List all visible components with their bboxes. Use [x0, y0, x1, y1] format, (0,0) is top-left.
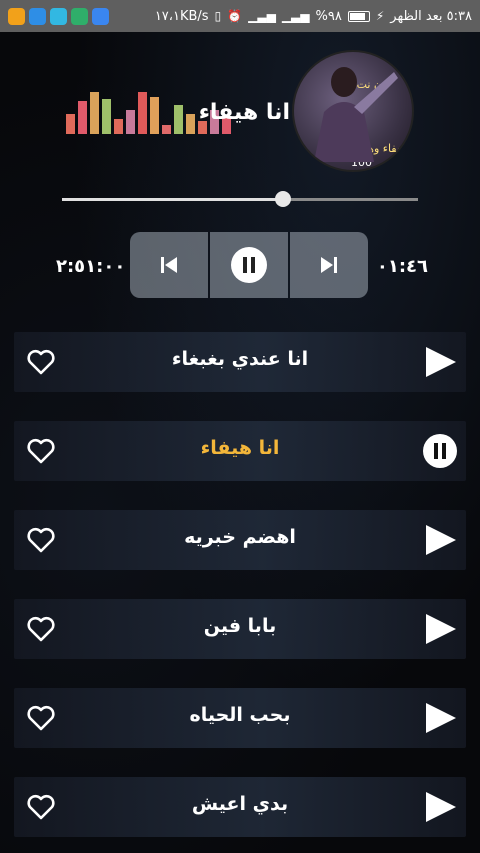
- playlist-item[interactable]: بدي اعيش: [14, 777, 466, 837]
- equalizer-bar: [102, 98, 111, 134]
- previous-button[interactable]: [130, 232, 208, 298]
- now-playing-title: انا هيفاء: [198, 100, 290, 125]
- pause-button[interactable]: [210, 232, 288, 298]
- clock: ٥:٣٨ بعد الظهر: [390, 8, 472, 24]
- total-time: ٢:٥١:٠٠: [56, 256, 126, 277]
- signal-icon: ▁▃▅: [281, 9, 310, 23]
- network-speed: ١٧،١KB/s: [154, 8, 209, 24]
- equalizer-bar: [66, 114, 75, 134]
- equalizer-bar: [126, 109, 135, 134]
- play-icon[interactable]: [422, 611, 458, 647]
- alarm-icon: ⏰: [227, 9, 243, 23]
- playlist-item[interactable]: بابا فين: [14, 599, 466, 659]
- seek-bar-handle[interactable]: [274, 191, 291, 207]
- equalizer-bar: [138, 92, 147, 134]
- equalizer-bar: [162, 125, 171, 134]
- next-button[interactable]: [290, 232, 368, 298]
- battery-percent: %٩٨: [315, 8, 342, 24]
- heart-outline-icon[interactable]: [26, 436, 56, 466]
- equalizer-bar: [186, 114, 195, 134]
- app-icon: [29, 7, 46, 25]
- playback-controls: [130, 232, 368, 298]
- seek-bar-progress: [62, 198, 283, 201]
- playlist-item[interactable]: انا هيفاء: [14, 421, 466, 481]
- play-icon[interactable]: [422, 700, 458, 736]
- playlist-item[interactable]: اهضم خبريه: [14, 510, 466, 570]
- playlist-item-title: بدي اعيش: [191, 793, 289, 815]
- skip-previous-icon: [161, 257, 177, 273]
- heart-outline-icon[interactable]: [26, 614, 56, 644]
- album-cover[interactable]: ن نت هيفاء وهبي 100: [292, 50, 414, 172]
- seek-bar[interactable]: [62, 191, 418, 207]
- app-icon: [92, 7, 109, 25]
- status-right: ١٧،١KB/s ▯ ⏰ ▁▃▅ ▁▃▅ %٩٨ ⚡ ٥:٣٨ بعد الظه…: [155, 9, 472, 24]
- heart-outline-icon[interactable]: [26, 525, 56, 555]
- app-icon: [71, 7, 88, 25]
- play-icon[interactable]: [422, 789, 458, 825]
- equalizer-bar: [150, 96, 159, 134]
- playlist-item[interactable]: انا عندي بغبغاء: [14, 332, 466, 392]
- equalizer-bar: [78, 101, 87, 134]
- playlist-item[interactable]: بحب الحياه: [14, 688, 466, 748]
- battery-icon: [347, 10, 370, 22]
- equalizer-bar: [90, 92, 99, 134]
- play-icon[interactable]: [422, 522, 458, 558]
- pause-icon: [231, 247, 267, 283]
- skip-next-icon: [321, 257, 337, 273]
- heart-outline-icon[interactable]: [26, 703, 56, 733]
- equalizer-bar: [174, 105, 183, 134]
- equalizer-bar: [114, 118, 123, 134]
- notification-apps: [8, 7, 109, 25]
- play-icon[interactable]: [422, 344, 458, 380]
- cover-art-icon: [314, 67, 398, 162]
- now-playing-header: انا هيفاء ن نت هيفاء وهبي 100: [14, 44, 466, 194]
- playlist-item-title: انا هيفاء: [200, 437, 280, 459]
- playlist-item-title: بحب الحياه: [189, 704, 291, 726]
- heart-outline-icon[interactable]: [26, 792, 56, 822]
- playlist: انا عندي بغبغاء انا هيفاء اهضم خبريه بابا ف…: [14, 332, 466, 853]
- heart-outline-icon[interactable]: [26, 347, 56, 377]
- playlist-item-title: بابا فين: [203, 615, 277, 637]
- elapsed-time: ٠١:٤٦: [376, 256, 428, 277]
- phone-icon: ▯: [214, 9, 222, 23]
- app-icon: [50, 7, 67, 25]
- app-icon: [8, 7, 25, 25]
- status-bar: ١٧،١KB/s ▯ ⏰ ▁▃▅ ▁▃▅ %٩٨ ⚡ ٥:٣٨ بعد الظه…: [0, 0, 480, 32]
- charging-icon: ⚡: [375, 9, 385, 23]
- playlist-item-title: اهضم خبريه: [184, 526, 296, 548]
- pause-icon[interactable]: [422, 433, 458, 469]
- playlist-item-title: انا عندي بغبغاء: [171, 348, 309, 370]
- signal-icon: ▁▃▅: [248, 9, 276, 23]
